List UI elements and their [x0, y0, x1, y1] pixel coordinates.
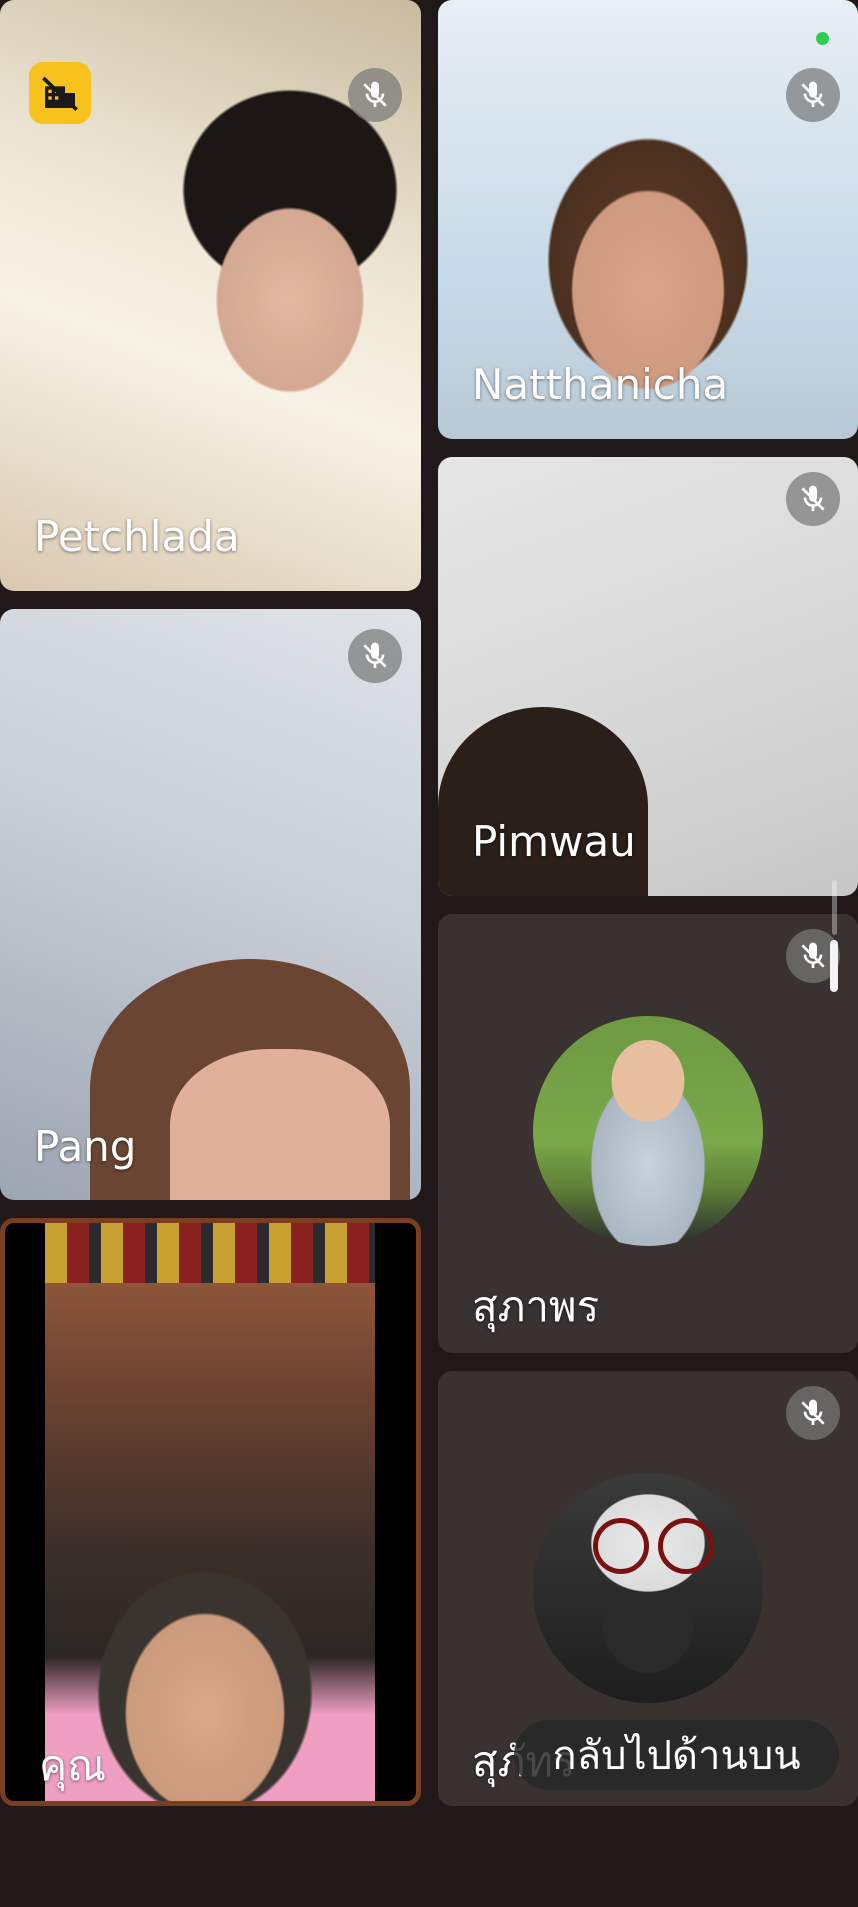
participant-name: สุภาพร [472, 1282, 600, 1331]
participant-tile-suparpon[interactable]: สุภาพร [438, 914, 858, 1353]
participant-tile-pimwau[interactable]: Pimwau [438, 457, 858, 896]
participant-name: Pang [34, 1122, 137, 1171]
participant-tile-pang[interactable]: Pang [0, 609, 421, 1200]
participant-tile-petchlada[interactable]: Petchlada [0, 0, 421, 591]
participant-name: คุณ [39, 1741, 107, 1790]
scrollbar-thumb[interactable] [830, 940, 838, 992]
participant-name: Natthanicha [472, 360, 729, 409]
video-feed [438, 707, 648, 896]
avatar [533, 1473, 763, 1703]
mic-off-icon [348, 68, 402, 122]
mic-off-icon [786, 472, 840, 526]
participant-tile-self[interactable]: คุณ [0, 1218, 421, 1806]
mic-off-icon [786, 68, 840, 122]
participant-tile-natthanicha[interactable]: Natthanicha [438, 0, 858, 439]
scroll-to-top-button[interactable]: กลับไปด้านบน [514, 1720, 839, 1790]
video-face [170, 1049, 390, 1200]
self-video-feed [45, 1223, 375, 1801]
low-bandwidth-icon [29, 62, 91, 124]
participant-name: Pimwau [472, 817, 636, 866]
status-dot [816, 32, 829, 45]
avatar [533, 1016, 763, 1246]
self-video-background [45, 1223, 375, 1283]
scrollbar-track[interactable] [832, 880, 837, 935]
mic-off-icon [348, 629, 402, 683]
mic-off-icon [786, 1386, 840, 1440]
participant-name: Petchlada [34, 512, 240, 561]
